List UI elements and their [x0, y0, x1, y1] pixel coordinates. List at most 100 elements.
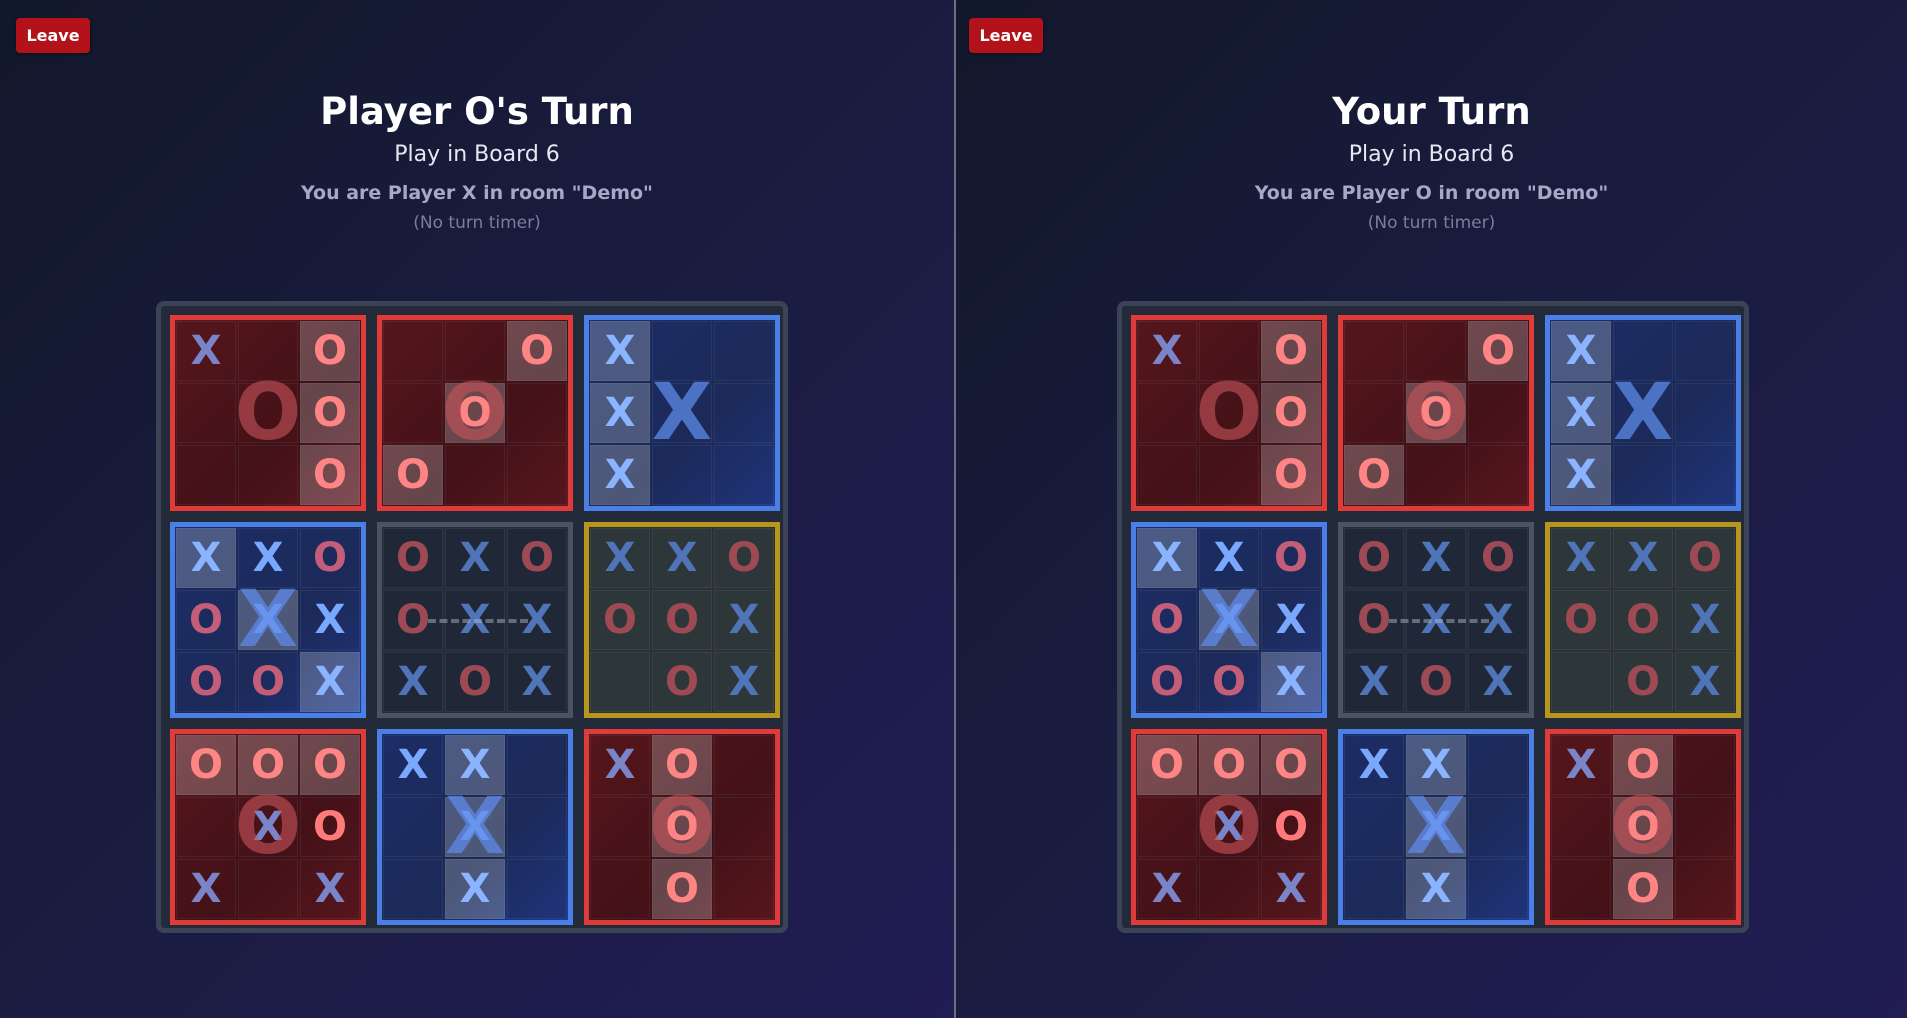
board-cell[interactable]: O	[1468, 321, 1528, 381]
board-cell[interactable]: O	[300, 445, 360, 505]
board-cell[interactable]	[176, 383, 236, 443]
board-cell[interactable]: X	[1199, 590, 1259, 650]
board-cell[interactable]: O	[652, 735, 712, 795]
board-cell[interactable]	[652, 445, 712, 505]
board-cell[interactable]: O	[1613, 735, 1673, 795]
board-cell[interactable]: O	[1613, 652, 1673, 712]
board-cell[interactable]	[1199, 383, 1259, 443]
board-cell[interactable]: O	[1199, 652, 1259, 712]
board-cell[interactable]: O	[1199, 735, 1259, 795]
board-cell[interactable]	[1675, 321, 1735, 381]
board-cell[interactable]	[1551, 859, 1611, 919]
board-cell[interactable]	[1344, 321, 1404, 381]
board-cell[interactable]	[1199, 445, 1259, 505]
board-cell[interactable]: O	[238, 652, 298, 712]
board-cell[interactable]: O	[1344, 528, 1404, 588]
board-cell[interactable]: X	[1261, 652, 1321, 712]
board-cell[interactable]: X	[1344, 735, 1404, 795]
board-cell[interactable]: X	[1613, 528, 1673, 588]
board-cell[interactable]	[445, 445, 505, 505]
board-cell[interactable]: O	[652, 590, 712, 650]
board-cell[interactable]: X	[445, 528, 505, 588]
board-cell[interactable]: X	[1137, 528, 1197, 588]
board-cell[interactable]: X	[1551, 735, 1611, 795]
board-cell[interactable]	[383, 797, 443, 857]
board-cell[interactable]	[176, 445, 236, 505]
board-cell[interactable]	[714, 735, 774, 795]
board-cell[interactable]	[507, 735, 567, 795]
board-cell[interactable]	[1468, 735, 1528, 795]
board-cell[interactable]	[1137, 797, 1197, 857]
board-cell[interactable]: X	[1468, 590, 1528, 650]
board-cell[interactable]: X	[590, 528, 650, 588]
board-cell[interactable]	[1468, 383, 1528, 443]
board-cell[interactable]: O	[1406, 652, 1466, 712]
board-cell[interactable]: O	[1551, 590, 1611, 650]
board-cell[interactable]	[383, 859, 443, 919]
board-cell[interactable]	[1137, 445, 1197, 505]
board-cell[interactable]: X	[1406, 528, 1466, 588]
board-cell[interactable]	[1551, 652, 1611, 712]
board-cell[interactable]: O	[176, 652, 236, 712]
board-cell[interactable]	[714, 445, 774, 505]
board-cell[interactable]: O	[1261, 445, 1321, 505]
board-cell[interactable]	[1468, 797, 1528, 857]
board-cell[interactable]: O	[383, 528, 443, 588]
board-cell[interactable]	[1468, 859, 1528, 919]
board-cell[interactable]: X	[1551, 321, 1611, 381]
board-cell[interactable]: O	[590, 590, 650, 650]
board-cell[interactable]: O	[445, 383, 505, 443]
board-cell[interactable]: O	[1344, 445, 1404, 505]
board-cell[interactable]: O	[383, 445, 443, 505]
board-cell[interactable]: X	[1261, 859, 1321, 919]
board-cell[interactable]: O	[176, 735, 236, 795]
board-cell[interactable]	[507, 445, 567, 505]
board-cell[interactable]	[383, 383, 443, 443]
board-cell[interactable]	[652, 383, 712, 443]
board-cell[interactable]: X	[590, 735, 650, 795]
board-cell[interactable]: X	[1137, 321, 1197, 381]
board-cell[interactable]: O	[507, 528, 567, 588]
board-cell[interactable]: X	[1406, 735, 1466, 795]
board-cell[interactable]: X	[300, 859, 360, 919]
board-cell[interactable]	[1199, 321, 1259, 381]
board-cell[interactable]: X	[176, 528, 236, 588]
board-cell[interactable]: X	[300, 652, 360, 712]
board-cell[interactable]: O	[176, 590, 236, 650]
board-cell[interactable]	[445, 321, 505, 381]
board-cell[interactable]	[1675, 445, 1735, 505]
board-cell[interactable]: O	[300, 735, 360, 795]
board-cell[interactable]	[1551, 797, 1611, 857]
board-cell[interactable]: X	[1406, 590, 1466, 650]
board-cell[interactable]	[1137, 383, 1197, 443]
board-cell[interactable]: O	[1261, 383, 1321, 443]
board-cell[interactable]: X	[445, 859, 505, 919]
board-cell[interactable]: O	[1344, 590, 1404, 650]
board-cell[interactable]: X	[1551, 528, 1611, 588]
board-cell[interactable]: X	[1344, 652, 1404, 712]
board-cell[interactable]	[590, 859, 650, 919]
board-cell[interactable]	[1613, 445, 1673, 505]
board-cell[interactable]: X	[238, 528, 298, 588]
board-cell[interactable]: O	[1261, 797, 1321, 857]
board-cell[interactable]: O	[1613, 590, 1673, 650]
board-cell[interactable]: O	[1613, 797, 1673, 857]
board-cell[interactable]: X	[1468, 652, 1528, 712]
board-cell[interactable]: O	[300, 797, 360, 857]
board-cell[interactable]: X	[1551, 445, 1611, 505]
board-cell[interactable]	[1675, 735, 1735, 795]
board-cell[interactable]	[714, 321, 774, 381]
board-cell[interactable]: O	[652, 652, 712, 712]
board-cell[interactable]	[1406, 445, 1466, 505]
board-cell[interactable]	[1675, 797, 1735, 857]
board-cell[interactable]: X	[652, 528, 712, 588]
board-cell[interactable]	[238, 445, 298, 505]
board-cell[interactable]	[383, 321, 443, 381]
board-cell[interactable]: X	[1406, 859, 1466, 919]
board-cell[interactable]	[507, 383, 567, 443]
board-cell[interactable]	[238, 321, 298, 381]
board-cell[interactable]	[1613, 383, 1673, 443]
board-cell[interactable]: X	[445, 590, 505, 650]
board-cell[interactable]	[714, 383, 774, 443]
board-cell[interactable]	[1406, 321, 1466, 381]
